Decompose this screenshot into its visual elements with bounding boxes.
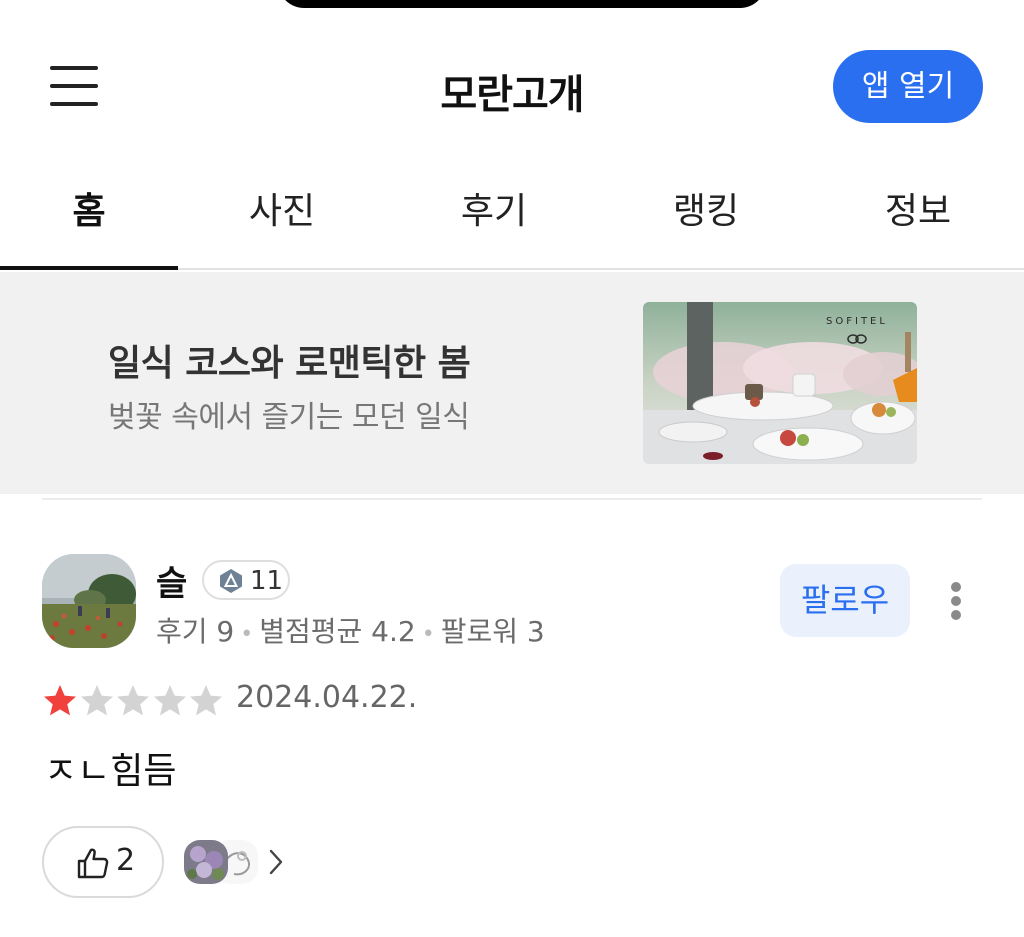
banner-image: SOFITEL	[643, 302, 917, 464]
like-button[interactable]: 2	[42, 826, 164, 898]
banner-subtitle: 벚꽃 속에서 즐기는 모던 일식	[108, 400, 470, 435]
top-header: 모란고개 앱 열기	[0, 40, 1024, 132]
review-text: ㅈㄴ힘듬	[44, 751, 177, 792]
user-name[interactable]: 슬	[156, 556, 187, 605]
banner-brand-text: SOFITEL	[826, 316, 888, 327]
triangle-badge-icon	[220, 569, 242, 593]
likers-list[interactable]	[184, 840, 294, 884]
review-date: 2024.04.22.	[236, 680, 418, 715]
separator-dot: •	[421, 622, 435, 647]
promo-banner[interactable]: 일식 코스와 로맨틱한 봄 벚꽃 속에서 즐기는 모던 일식 SOFITEL	[0, 272, 1024, 494]
star-filled-icon	[44, 685, 76, 716]
tab-info[interactable]: 정보	[876, 182, 960, 234]
active-tab-indicator	[0, 266, 178, 270]
user-stats: 후기 9 • 별점평균 4.2 • 팔로워 3	[156, 610, 545, 650]
star-empty-icon	[80, 685, 113, 716]
tab-photos[interactable]: 사진	[240, 182, 324, 234]
like-count: 2	[116, 843, 136, 878]
device-notch	[278, 0, 766, 8]
review-count: 후기 9	[156, 615, 235, 648]
liker-avatar	[184, 840, 228, 884]
level-number: 11	[250, 566, 284, 596]
more-options-icon[interactable]	[940, 578, 972, 624]
level-badge: 11	[202, 560, 290, 600]
user-avatar[interactable]	[42, 554, 136, 648]
open-app-button[interactable]: 앱 열기	[833, 50, 983, 123]
separator-dot: •	[240, 622, 254, 647]
average-rating: 별점평균 4.2	[259, 615, 416, 648]
star-empty-icon	[117, 685, 149, 716]
tab-ranking[interactable]: 랭킹	[664, 182, 748, 234]
follower-count: 팔로워 3	[440, 615, 545, 648]
star-empty-icon	[190, 685, 222, 716]
tab-home[interactable]: 홈	[60, 182, 118, 234]
thumbs-up-icon	[77, 848, 109, 879]
follow-button[interactable]: 팔로우	[780, 564, 910, 637]
star-empty-icon	[153, 685, 186, 716]
chevron-right-icon	[269, 849, 283, 875]
section-divider	[42, 498, 982, 500]
banner-title: 일식 코스와 로맨틱한 봄	[108, 343, 471, 384]
tab-reviews[interactable]: 후기	[452, 182, 536, 234]
tab-bar: 홈 사진 후기 랭킹 정보	[0, 168, 1024, 270]
